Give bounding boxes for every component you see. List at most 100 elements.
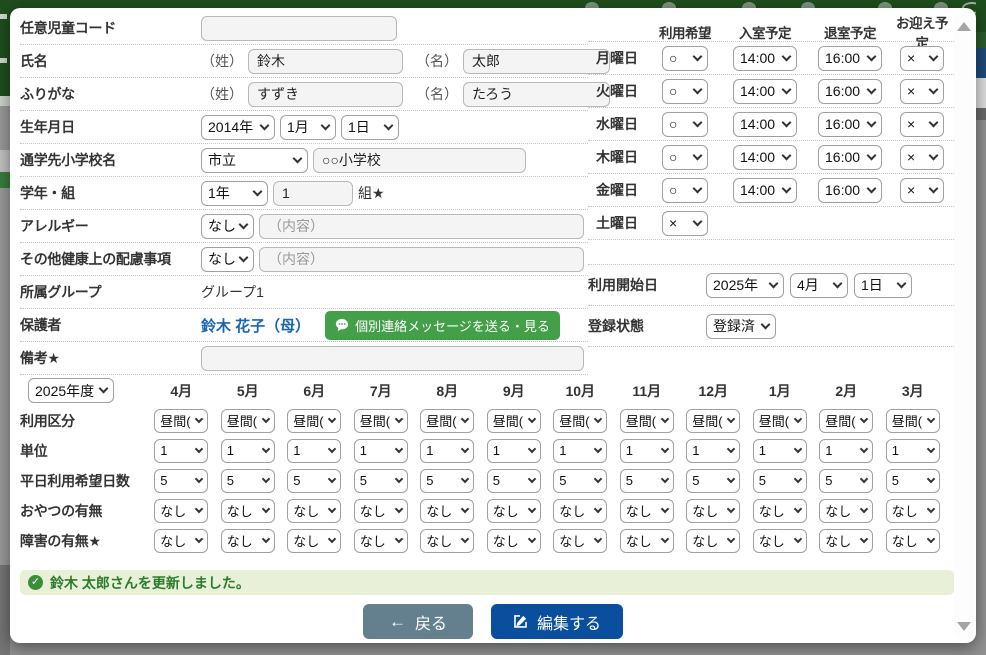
weekday-count-select[interactable]: 5 (287, 469, 341, 493)
edit-button[interactable]: 編集する (491, 604, 623, 639)
entry-time-select[interactable]: 14:00 (733, 145, 797, 170)
usage-type-select[interactable]: 昼間( (221, 409, 275, 433)
exit-time-select[interactable]: 16:00 (818, 46, 882, 71)
usage-type-select[interactable]: 昼間( (420, 409, 474, 433)
scroll-down-icon[interactable] (957, 622, 971, 631)
use-select[interactable]: ○ (662, 46, 708, 71)
disability-select[interactable]: なし (753, 529, 807, 553)
disability-select[interactable]: なし (354, 529, 408, 553)
pickup-select[interactable]: × (900, 46, 944, 71)
disability-select[interactable]: なし (886, 529, 940, 553)
exit-time-select[interactable]: 16:00 (818, 112, 882, 137)
snack-select[interactable]: なし (553, 499, 607, 523)
unit-select[interactable]: 1 (819, 439, 873, 463)
weekday-count-select[interactable]: 5 (620, 469, 674, 493)
unit-select[interactable]: 1 (487, 439, 541, 463)
weekday-count-select[interactable]: 5 (686, 469, 740, 493)
snack-select[interactable]: なし (819, 499, 873, 523)
disability-select[interactable]: なし (819, 529, 873, 553)
fiscal-year-select[interactable]: 2025年度 (28, 378, 114, 403)
snack-select[interactable]: なし (420, 499, 474, 523)
use-select[interactable]: × (662, 211, 708, 236)
weekday-count-select[interactable]: 5 (819, 469, 873, 493)
unit-select[interactable]: 1 (354, 439, 408, 463)
usage-type-select[interactable]: 昼間( (553, 409, 607, 433)
snack-select[interactable]: なし (753, 499, 807, 523)
snack-select[interactable]: なし (620, 499, 674, 523)
unit-select[interactable]: 1 (154, 439, 208, 463)
grade-year-select[interactable]: 1年 (201, 181, 268, 206)
unit-select[interactable]: 1 (886, 439, 940, 463)
entry-time-select[interactable]: 14:00 (733, 178, 797, 203)
snack-select[interactable]: なし (686, 499, 740, 523)
send-message-button[interactable]: 個別連絡メッセージを送る・見る (325, 311, 560, 340)
unit-select[interactable]: 1 (553, 439, 607, 463)
usage-type-select[interactable]: 昼間( (620, 409, 674, 433)
unit-select[interactable]: 1 (753, 439, 807, 463)
pickup-select[interactable]: × (900, 112, 944, 137)
note-input[interactable] (201, 346, 584, 371)
usage-type-select[interactable]: 昼間( (819, 409, 873, 433)
usage-type-select[interactable]: 昼間( (154, 409, 208, 433)
snack-select[interactable]: なし (886, 499, 940, 523)
guardian-link[interactable]: 鈴木 花子（母） (201, 315, 310, 336)
snack-select[interactable]: なし (487, 499, 541, 523)
usage-type-select[interactable]: 昼間( (886, 409, 940, 433)
disability-select[interactable]: なし (620, 529, 674, 553)
weekday-count-select[interactable]: 5 (354, 469, 408, 493)
use-select[interactable]: ○ (662, 178, 708, 203)
disability-select[interactable]: なし (221, 529, 275, 553)
registration-status-select[interactable]: 登録済 (706, 314, 776, 339)
pickup-select[interactable]: × (900, 79, 944, 104)
weekday-count-select[interactable]: 5 (221, 469, 275, 493)
birth-year-select[interactable]: 2014年 (201, 115, 275, 140)
usage-type-select[interactable]: 昼間( (354, 409, 408, 433)
unit-select[interactable]: 1 (287, 439, 341, 463)
use-select[interactable]: ○ (662, 79, 708, 104)
disability-select[interactable]: なし (686, 529, 740, 553)
snack-select[interactable]: なし (221, 499, 275, 523)
pickup-select[interactable]: × (900, 178, 944, 203)
modal-scrollbar[interactable] (954, 12, 974, 639)
usage-type-select[interactable]: 昼間( (287, 409, 341, 433)
pickup-select[interactable]: × (900, 145, 944, 170)
weekday-count-select[interactable]: 5 (420, 469, 474, 493)
usage-type-select[interactable]: 昼間( (487, 409, 541, 433)
weekday-count-select[interactable]: 5 (753, 469, 807, 493)
use-select[interactable]: ○ (662, 145, 708, 170)
child-code-input[interactable] (201, 16, 397, 41)
weekday-count-select[interactable]: 5 (886, 469, 940, 493)
class-number-input[interactable] (273, 181, 353, 206)
allergy-detail-input[interactable] (259, 214, 584, 239)
unit-select[interactable]: 1 (420, 439, 474, 463)
birth-day-select[interactable]: 1日 (341, 115, 399, 140)
disability-select[interactable]: なし (553, 529, 607, 553)
health-select[interactable]: なし (201, 247, 254, 272)
weekday-count-select[interactable]: 5 (154, 469, 208, 493)
usage-type-select[interactable]: 昼間( (753, 409, 807, 433)
start-month-select[interactable]: 4月 (790, 273, 848, 298)
entry-time-select[interactable]: 14:00 (733, 46, 797, 71)
unit-select[interactable]: 1 (221, 439, 275, 463)
usage-type-select[interactable]: 昼間( (686, 409, 740, 433)
exit-time-select[interactable]: 16:00 (818, 145, 882, 170)
last-name-input[interactable] (248, 49, 403, 74)
back-button[interactable]: ← 戻る (363, 604, 473, 639)
weekday-count-select[interactable]: 5 (553, 469, 607, 493)
disability-select[interactable]: なし (487, 529, 541, 553)
entry-time-select[interactable]: 14:00 (733, 112, 797, 137)
allergy-select[interactable]: なし (201, 214, 254, 239)
entry-time-select[interactable]: 14:00 (733, 79, 797, 104)
disability-select[interactable]: なし (420, 529, 474, 553)
school-type-select[interactable]: 市立 (201, 148, 308, 173)
disability-select[interactable]: なし (287, 529, 341, 553)
school-name-input[interactable] (313, 148, 526, 173)
last-name-kana-input[interactable] (248, 82, 403, 107)
health-detail-input[interactable] (259, 247, 584, 272)
scroll-up-icon[interactable] (957, 22, 971, 31)
disability-select[interactable]: なし (154, 529, 208, 553)
unit-select[interactable]: 1 (620, 439, 674, 463)
snack-select[interactable]: なし (287, 499, 341, 523)
exit-time-select[interactable]: 16:00 (818, 178, 882, 203)
start-year-select[interactable]: 2025年 (706, 273, 784, 298)
